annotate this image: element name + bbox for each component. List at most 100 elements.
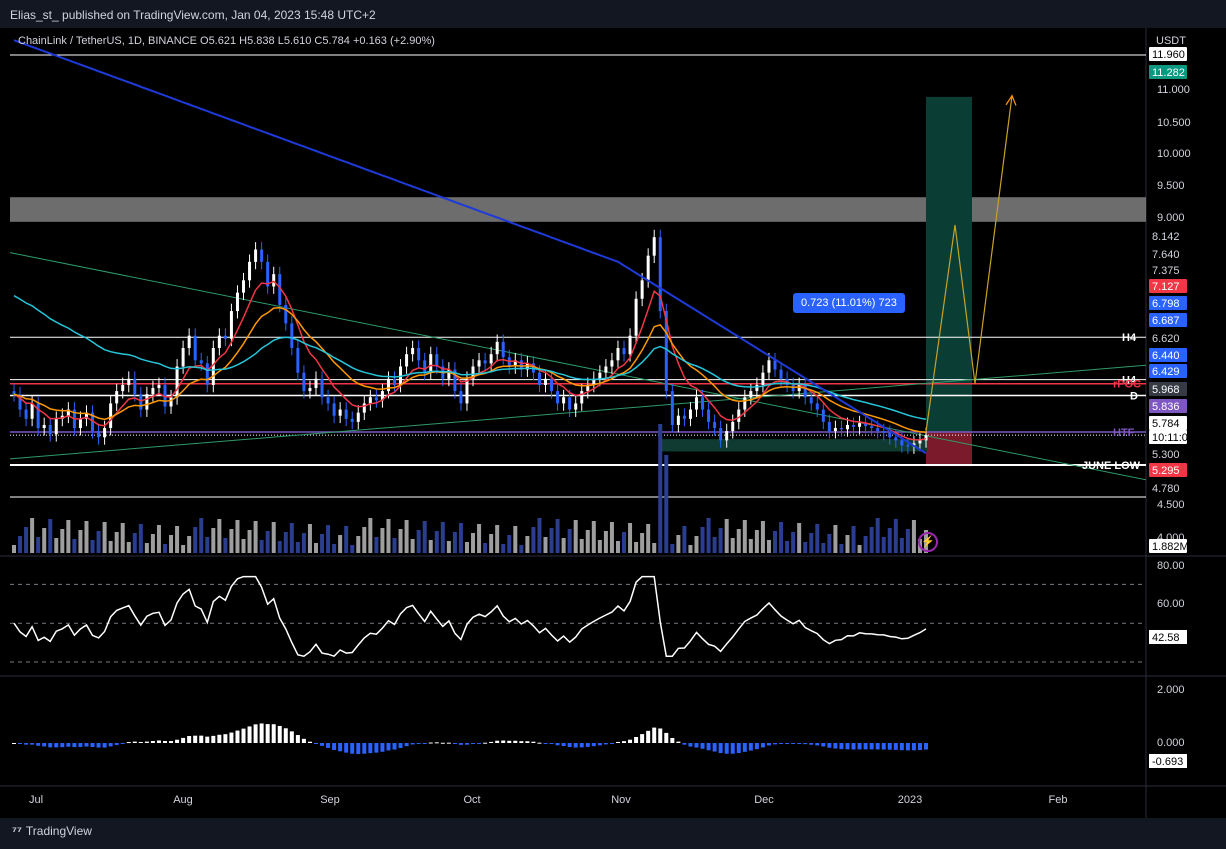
macd-histogram-bar xyxy=(90,743,95,748)
macd-histogram-bar xyxy=(791,743,796,744)
volume-bar xyxy=(434,531,439,553)
volume-bar xyxy=(277,541,282,553)
volume-bar xyxy=(90,540,95,553)
volume-bar xyxy=(887,528,892,553)
macd-histogram-bar xyxy=(422,743,427,744)
volume-bar xyxy=(875,518,880,553)
macd-histogram-bar xyxy=(634,736,639,743)
price-tag: 6.620 xyxy=(1152,333,1180,345)
candle-body xyxy=(761,372,765,385)
candle-body xyxy=(900,440,904,446)
tradingview-logo[interactable]: ⁷⁷ TradingView xyxy=(12,824,92,838)
candle-body xyxy=(574,403,578,410)
macd-histogram-bar xyxy=(845,743,850,750)
candle-body xyxy=(42,424,46,429)
candle-body xyxy=(459,391,463,404)
candle-body xyxy=(235,292,239,312)
macd-histogram-bar xyxy=(120,743,125,744)
candle-body xyxy=(634,298,638,336)
volume-bar xyxy=(241,539,246,553)
macd-histogram-bar xyxy=(857,743,862,750)
chart-canvas[interactable]: 11.00010.50010.0009.5009.0004.5004.00011… xyxy=(0,28,1226,818)
volume-bar xyxy=(869,527,874,553)
level-label: JUNE LOW xyxy=(1082,460,1141,472)
price-tag: 6.440 xyxy=(1152,350,1180,362)
candle-body xyxy=(628,335,632,355)
macd-histogram-bar xyxy=(785,743,790,744)
time-tick-label: Oct xyxy=(463,794,480,806)
symbol-name[interactable]: ChainLink / TetherUS, 1D, BINANCE xyxy=(18,35,197,47)
candle-body xyxy=(719,428,723,441)
macd-histogram-bar xyxy=(591,743,596,747)
volume-bar xyxy=(676,535,681,553)
price-tag: 7.375 xyxy=(1152,265,1180,277)
macd-histogram-bar xyxy=(736,743,741,754)
macd-histogram-bar xyxy=(549,743,554,745)
macd-histogram-bar xyxy=(374,743,379,753)
macd-histogram-bar xyxy=(821,743,826,747)
candle-body xyxy=(308,388,312,392)
volume-bar xyxy=(181,545,186,553)
price-tick-label: 11.000 xyxy=(1157,84,1190,96)
macd-histogram-bar xyxy=(211,735,216,743)
macd-histogram-bar xyxy=(827,743,832,748)
macd-histogram-bar xyxy=(646,730,651,743)
volume-bar xyxy=(217,519,222,553)
macd-histogram-bar xyxy=(392,743,397,750)
candle-body xyxy=(326,397,330,404)
candle-body xyxy=(284,304,288,324)
volume-bar xyxy=(833,525,838,553)
candle-body xyxy=(580,391,584,404)
candle-body xyxy=(30,403,34,419)
volume-bar xyxy=(211,528,216,553)
candle-body xyxy=(568,397,572,410)
candle-body xyxy=(646,255,650,281)
volume-bar xyxy=(718,528,723,553)
volume-bar xyxy=(736,529,741,553)
macd-histogram-bar xyxy=(446,742,451,744)
candle-body xyxy=(707,409,711,422)
volume-bar xyxy=(549,528,554,553)
volume-bar xyxy=(851,526,856,553)
candle-body xyxy=(616,348,620,361)
candle-body xyxy=(477,360,481,367)
measure-label[interactable]: 0.723 (11.01%) 723 xyxy=(793,293,905,313)
candle-body xyxy=(622,348,626,355)
volume-bar xyxy=(362,527,367,553)
price-tick-label: 9.000 xyxy=(1157,212,1185,224)
volume-bar xyxy=(615,541,620,553)
lightning-icon[interactable]: ⚡ xyxy=(918,532,938,552)
volume-bar xyxy=(519,545,524,553)
volume-bar xyxy=(543,537,548,553)
candle-body xyxy=(393,378,397,385)
candle-body xyxy=(839,428,843,430)
macd-histogram-bar xyxy=(434,742,439,744)
volume-bar xyxy=(368,518,373,553)
macd-histogram-bar xyxy=(471,743,476,745)
volume-bar xyxy=(495,525,500,553)
macd-histogram-bar xyxy=(271,724,276,743)
candle-body xyxy=(260,249,264,262)
candle-body xyxy=(550,378,554,392)
volume-bar xyxy=(483,543,488,553)
tv-mark-icon: ⁷⁷ xyxy=(12,824,22,838)
ohlc-change: +0.163 (+2.90%) xyxy=(352,35,435,47)
ohlc-open-label: O xyxy=(200,35,209,47)
volume-bar xyxy=(724,519,729,553)
volume-bar xyxy=(84,521,89,553)
volume-bar xyxy=(132,533,137,553)
volume-bar xyxy=(150,534,155,553)
volume-bar xyxy=(410,539,415,553)
candle-body xyxy=(894,437,898,441)
candle-body xyxy=(888,432,892,438)
macd-histogram-bar xyxy=(664,732,669,743)
macd-histogram-bar xyxy=(495,740,500,743)
macd-histogram-bar xyxy=(199,735,204,743)
volume-bar xyxy=(326,525,331,553)
ohlc-high: 5.838 xyxy=(247,35,275,47)
macd-value-label: -0.693 xyxy=(1152,756,1183,768)
candle-body xyxy=(187,335,191,349)
macd-histogram-bar xyxy=(235,730,240,743)
macd-histogram-bar xyxy=(108,743,113,747)
macd-histogram-bar xyxy=(289,731,294,743)
